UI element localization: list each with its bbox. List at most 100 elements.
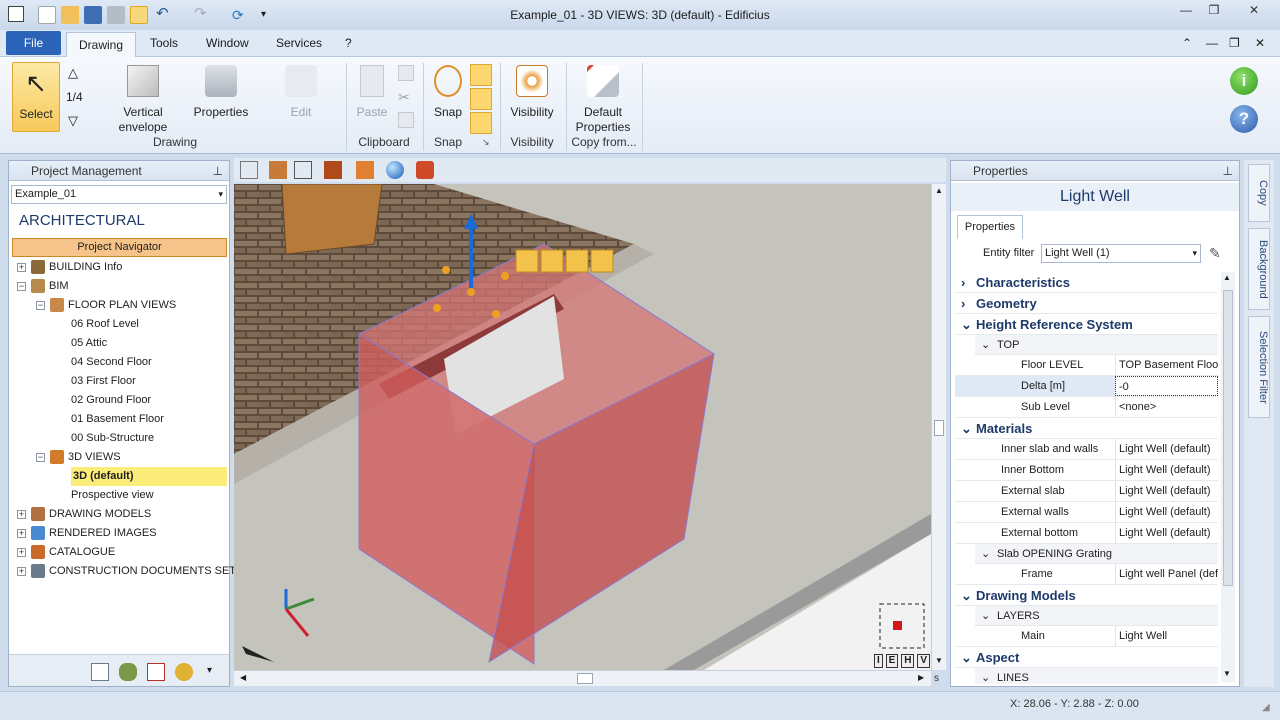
property-category[interactable]: ⌄ Aspect [955, 647, 1218, 668]
filter-icon[interactable] [119, 663, 137, 681]
property-row[interactable]: Main Light Well [955, 626, 1218, 647]
scroll-thumb[interactable] [577, 673, 593, 684]
property-row[interactable]: Sub Level <none> [955, 397, 1218, 418]
resize-grip-icon[interactable]: ◢ [1262, 702, 1270, 713]
tree-item[interactable]: + CATALOGUE [9, 543, 229, 562]
tree-item[interactable]: 03 First Floor [9, 372, 229, 391]
expand-icon[interactable]: + [17, 263, 26, 272]
doc-restore-icon[interactable]: ❐ [1229, 36, 1240, 50]
property-category[interactable]: ⌄ Materials [955, 418, 1218, 439]
properties-button[interactable]: Properties [190, 65, 252, 120]
property-value[interactable]: Light well Panel (defa [1115, 564, 1218, 584]
snap-options-icon[interactable]: ↘ [482, 137, 490, 148]
minimize-button[interactable]: — [1172, 0, 1200, 20]
plugin-icon[interactable] [175, 663, 193, 681]
3d-scene[interactable] [234, 184, 931, 670]
side-tab-copy[interactable]: Copy [1248, 164, 1270, 222]
3d-viewport[interactable]: I E H V [234, 184, 931, 670]
property-row[interactable]: External slab Light Well (default) [955, 481, 1218, 502]
tree-item[interactable]: 00 Sub-Structure [9, 429, 229, 448]
tree-item[interactable]: 05 Attic [9, 334, 229, 353]
project-select[interactable]: Example_01 ▾ [11, 185, 227, 204]
chevron-down-icon[interactable]: ⌄ [981, 668, 990, 684]
chevron-down-icon[interactable]: ⌄ [981, 335, 990, 355]
tab-tools[interactable]: Tools [150, 36, 178, 50]
view-tool-icon[interactable] [324, 161, 342, 179]
chevron-down-icon[interactable]: ⌄ [961, 418, 972, 439]
chevron-down-icon[interactable]: ⌄ [961, 647, 972, 668]
vertical-envelope-button[interactable]: Vertical envelope [110, 65, 176, 135]
scroll-left-icon[interactable]: ◀ [240, 673, 246, 682]
view-tool-icon[interactable] [240, 161, 258, 179]
paste-button[interactable]: Paste [352, 65, 392, 120]
collapse-icon[interactable]: − [36, 301, 45, 310]
triangle-up-icon[interactable]: △ [68, 65, 78, 81]
property-value[interactable]: Light Well (default) [1115, 523, 1218, 543]
horizontal-scrollbar[interactable]: ◀ ▶ [234, 670, 931, 686]
file-menu-button[interactable]: File [6, 31, 61, 55]
vertical-scrollbar[interactable]: ▲ ▼ [931, 184, 946, 670]
default-properties-button[interactable]: Default Properties [570, 65, 636, 135]
snap-button[interactable]: Snap [428, 65, 468, 120]
chevron-down-icon[interactable]: ⌄ [981, 544, 990, 564]
render-sphere-icon[interactable] [386, 161, 404, 179]
view-v-button[interactable]: V [917, 654, 930, 668]
report-icon[interactable] [147, 663, 165, 681]
view-tool-icon[interactable] [294, 161, 312, 179]
tree-item[interactable]: − FLOOR PLAN VIEWS [9, 296, 229, 315]
property-value[interactable]: TOP Basement Floor [1115, 355, 1218, 375]
view-h-button[interactable]: H [901, 654, 915, 668]
tree-item[interactable]: + RENDERED IMAGES [9, 524, 229, 543]
chevron-right-icon[interactable]: › [961, 293, 965, 314]
property-value[interactable]: Light Well [1115, 626, 1218, 646]
scroll-up-icon[interactable]: ▲ [935, 186, 943, 195]
tree-item[interactable]: 01 Basement Floor [9, 410, 229, 429]
paste-special-icon[interactable] [398, 112, 414, 128]
cut-icon[interactable]: ✂ [398, 89, 410, 106]
side-tab-background[interactable]: Background [1248, 228, 1270, 310]
edit-button[interactable]: Edit [272, 65, 330, 120]
tab-drawing[interactable]: Drawing [66, 32, 136, 58]
property-subgroup[interactable]: ⌄ TOP [975, 335, 1218, 355]
tab-properties[interactable]: Properties [957, 215, 1023, 239]
property-subgroup[interactable]: ⌄ LAYERS [975, 606, 1218, 626]
tab-window[interactable]: Window [206, 36, 249, 50]
property-value[interactable]: Light Well (default) [1115, 439, 1218, 459]
more-arrow-icon[interactable]: ▾ [207, 665, 212, 676]
property-category[interactable]: ⌄ Drawing Models [955, 585, 1218, 606]
help-icon[interactable]: ? [1230, 105, 1258, 133]
snap-line-icon[interactable] [470, 88, 492, 110]
scroll-down-icon[interactable]: ▼ [1223, 669, 1231, 678]
view-tool-icon[interactable] [356, 161, 374, 179]
chevron-right-icon[interactable]: › [961, 272, 965, 293]
snap-mesh-icon[interactable] [470, 112, 492, 134]
chevron-down-icon[interactable]: ⌄ [961, 314, 972, 335]
property-value[interactable]: Light Well (default) [1115, 502, 1218, 522]
measure-icon[interactable] [416, 161, 434, 179]
view-e-button[interactable]: E [885, 654, 899, 668]
close-button[interactable]: ✕ [1234, 0, 1274, 20]
property-row[interactable]: Frame Light well Panel (defa [955, 564, 1218, 585]
copy-icon[interactable] [398, 65, 414, 81]
expand-icon[interactable]: + [17, 510, 26, 519]
select-button[interactable]: ↖ Select [12, 62, 60, 132]
maximize-button[interactable]: ❐ [1200, 0, 1228, 20]
view-i-button[interactable]: I [874, 654, 883, 668]
filter-brush-icon[interactable]: ✎ [1209, 245, 1221, 262]
property-row[interactable]: Floor LEVEL TOP Basement Floor [955, 355, 1218, 376]
property-category[interactable]: › Geometry [955, 293, 1218, 314]
triangle-down-icon[interactable]: ▽ [68, 113, 78, 129]
snap-grid-icon[interactable] [470, 64, 492, 86]
tree-item[interactable]: 06 Roof Level [9, 315, 229, 334]
chevron-down-icon[interactable]: ⌄ [961, 585, 972, 606]
expand-icon[interactable]: + [17, 529, 26, 538]
collapse-icon[interactable]: − [36, 453, 45, 462]
scroll-thumb[interactable] [934, 420, 944, 436]
scroll-up-icon[interactable]: ▲ [1223, 273, 1231, 282]
visibility-button[interactable]: Visibility [506, 65, 558, 120]
view-tool-icon[interactable] [269, 161, 287, 179]
chevron-down-icon[interactable]: ⌄ [981, 606, 990, 626]
property-subgroup[interactable]: ⌄ Slab OPENING Grating [975, 544, 1218, 564]
property-value[interactable]: Light Well (default) [1115, 460, 1218, 480]
ribbon-collapse-icon[interactable]: ⌃ [1182, 36, 1192, 50]
